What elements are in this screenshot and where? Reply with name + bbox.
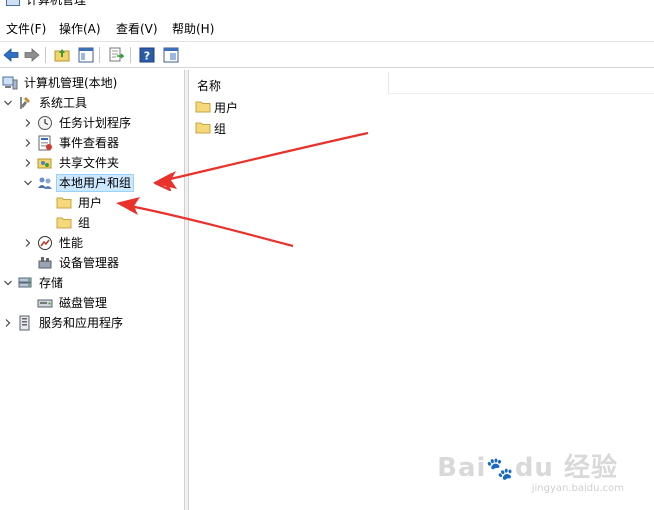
folder-icon [195,120,211,136]
tree-item-local-users-groups[interactable]: 本地用户和组 [22,173,135,193]
folder-icon [56,215,72,231]
column-header-empty [389,72,654,94]
tree-item-groups[interactable]: 组 [56,213,92,233]
tree-item-device-manager[interactable]: 设备管理器 [37,253,121,273]
list-item[interactable]: 用户 [195,97,238,117]
tree-item-label: 计算机管理(本地) [24,76,118,90]
tree-item-event-viewer[interactable]: 事件查看器 [22,133,121,153]
computer-management-icon [6,0,20,6]
tree-item-label: 性能 [59,236,84,250]
title-bar: 计算机管理 [0,0,654,10]
users-group-icon [37,175,53,191]
services-icon [17,315,33,331]
chevron-right-icon[interactable] [22,157,34,169]
storage-icon [17,275,33,291]
chevron-down-icon[interactable] [22,177,34,189]
forward-arrow-icon[interactable] [23,46,41,64]
menu-action[interactable]: 操作(A) [59,21,101,37]
tree-item-label: 事件查看器 [59,136,120,150]
chevron-down-icon[interactable] [2,97,14,109]
tree-item-label: 任务计划程序 [59,116,132,130]
chevron-right-icon[interactable] [22,237,34,249]
toolbar-separator [99,47,100,63]
tree-item-computer-management[interactable]: 计算机管理(本地) [2,73,119,93]
chevron-right-icon[interactable] [22,137,34,149]
tree-item-shared-folders[interactable]: 共享文件夹 [22,153,121,173]
tree-item-users[interactable]: 用户 [56,193,104,213]
chevron-down-icon[interactable] [2,277,14,289]
toolbar: ? [0,41,654,68]
device-manager-icon [37,255,53,271]
menu-view[interactable]: 查看(V) [116,21,158,37]
watermark-logo: Bai🐾du 经验 [437,453,618,483]
tree-item-label: 设备管理器 [59,256,120,270]
svg-text:?: ? [144,50,150,63]
baidu-watermark: Bai🐾du 经验 jingyan.baidu.com [437,447,624,494]
shared-folder-icon [37,155,53,171]
tree-item-task-scheduler[interactable]: 任务计划程序 [22,113,133,133]
toolbar-separator [130,47,131,63]
result-list: 名称 用户 组 [189,70,654,510]
tree-item-storage[interactable]: 存储 [2,273,65,293]
tree-item-services-apps[interactable]: 服务和应用程序 [2,313,125,333]
window-title: 计算机管理 [26,0,87,7]
chevron-right-icon[interactable] [2,317,14,329]
tree-item-label: 本地用户和组 [55,174,135,192]
clock-icon [37,115,53,131]
menu-help[interactable]: 帮助(H) [172,21,214,37]
disk-icon [37,295,53,311]
toolbar-separator [45,47,46,63]
show-hide-tree-icon[interactable] [77,46,95,64]
event-log-icon [37,135,53,151]
tree-item-label: 系统工具 [39,96,88,110]
help-icon[interactable]: ? [138,46,156,64]
export-list-icon[interactable] [107,46,125,64]
list-item-label: 组 [214,121,227,136]
computer-icon [2,75,18,91]
tree-item-disk-management[interactable]: 磁盘管理 [37,293,109,313]
column-header-label: 名称 [197,79,222,93]
column-header-name[interactable]: 名称 [189,72,389,94]
list-item[interactable]: 组 [195,118,226,138]
performance-icon [37,235,53,251]
list-item-label: 用户 [214,100,239,115]
console-tree: 计算机管理(本地) 系统工具 任务计划程序 事件查看器 共享文件夹 本地用户和组… [0,70,185,510]
back-arrow-icon[interactable] [2,46,20,64]
tree-item-label: 用户 [78,196,103,210]
folder-icon [195,99,211,115]
folder-icon [56,195,72,211]
watermark-url: jingyan.baidu.com [531,483,624,494]
tree-item-label: 共享文件夹 [59,156,120,170]
properties-icon[interactable] [162,46,180,64]
tree-item-label: 磁盘管理 [59,296,108,310]
tree-item-performance[interactable]: 性能 [22,233,85,253]
chevron-right-icon[interactable] [22,117,34,129]
menu-file[interactable]: 文件(F) [6,21,46,37]
tree-item-label: 组 [78,216,91,230]
menu-bar: 文件(F) 操作(A) 查看(V) 帮助(H) [0,17,654,39]
tree-item-system-tools[interactable]: 系统工具 [2,93,89,113]
tree-item-label: 存储 [39,276,64,290]
tools-icon [17,95,33,111]
up-folder-icon[interactable] [53,46,71,64]
tree-item-label: 服务和应用程序 [39,316,124,330]
